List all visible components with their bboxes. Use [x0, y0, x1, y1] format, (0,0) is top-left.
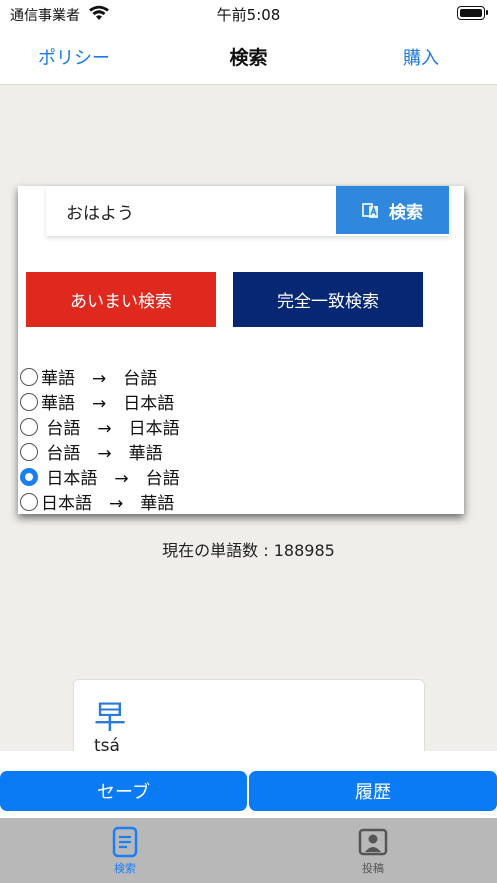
result-card[interactable]: 早 tsá — [73, 679, 425, 761]
word-count: 現在の単語数 : 188985 — [162, 541, 335, 560]
action-bar: セーブ 履歴 — [0, 751, 497, 818]
direction-label: 台語 → 日本語 — [41, 419, 180, 439]
radio-button[interactable] — [20, 417, 38, 436]
profile-icon — [358, 828, 388, 856]
radio-button[interactable] — [20, 392, 38, 411]
radio-button[interactable] — [20, 442, 38, 461]
direction-options: 華語 → 台語 華語 → 日本語 台語 → 日本語 台語 → 華語 日本語 → … — [18, 364, 180, 514]
tab-search-label: 検索 — [114, 862, 136, 875]
history-button[interactable]: 履歴 — [249, 771, 497, 811]
search-bar: おはよう 検索 — [46, 186, 450, 236]
direction-label: 日本語 → 台語 — [41, 469, 180, 489]
direction-option[interactable]: 台語 → 日本語 — [18, 414, 180, 439]
direction-label: 華語 → 台語 — [41, 369, 158, 389]
search-panel: おはよう 検索 あいまい検索 完全一致検索 華語 → 台語 華語 → 日本語 台… — [18, 186, 464, 514]
direction-label: 台語 → 華語 — [41, 444, 163, 464]
search-button-label: 検索 — [389, 202, 423, 223]
direction-option[interactable]: 華語 → 台語 — [18, 364, 180, 389]
search-button[interactable]: 検索 — [336, 186, 449, 234]
tab-post-label: 投稿 — [362, 862, 384, 875]
translate-icon — [362, 202, 378, 218]
tab-bar: 検索 投稿 — [0, 818, 497, 883]
direction-option[interactable]: 台語 → 華語 — [18, 439, 180, 464]
document-icon — [112, 826, 138, 858]
direction-option[interactable]: 日本語 → 華語 — [18, 489, 180, 514]
direction-option[interactable]: 日本語 → 台語 — [18, 464, 180, 489]
clock: 午前5:08 — [216, 6, 281, 24]
radio-button-selected[interactable] — [20, 467, 38, 486]
radio-button[interactable] — [20, 492, 38, 511]
save-button[interactable]: セーブ — [0, 771, 247, 811]
navigation-bar: ポリシー 検索 購入 — [0, 28, 497, 85]
tab-search[interactable]: 検索 — [85, 826, 165, 876]
battery-icon — [457, 6, 488, 20]
direction-option[interactable]: 華語 → 日本語 — [18, 389, 180, 414]
direction-label: 華語 → 日本語 — [41, 394, 175, 414]
direction-label: 日本語 → 華語 — [41, 494, 175, 514]
fuzzy-search-button[interactable]: あいまい検索 — [26, 272, 216, 327]
radio-button[interactable] — [20, 367, 38, 386]
purchase-link[interactable]: 購入 — [403, 44, 439, 70]
tab-post[interactable]: 投稿 — [333, 826, 413, 876]
result-character: 早 — [94, 698, 127, 736]
exact-search-button[interactable]: 完全一致検索 — [233, 272, 423, 327]
status-bar: 通信事業者 午前5:08 — [0, 0, 497, 28]
search-input[interactable]: おはよう — [66, 199, 134, 224]
